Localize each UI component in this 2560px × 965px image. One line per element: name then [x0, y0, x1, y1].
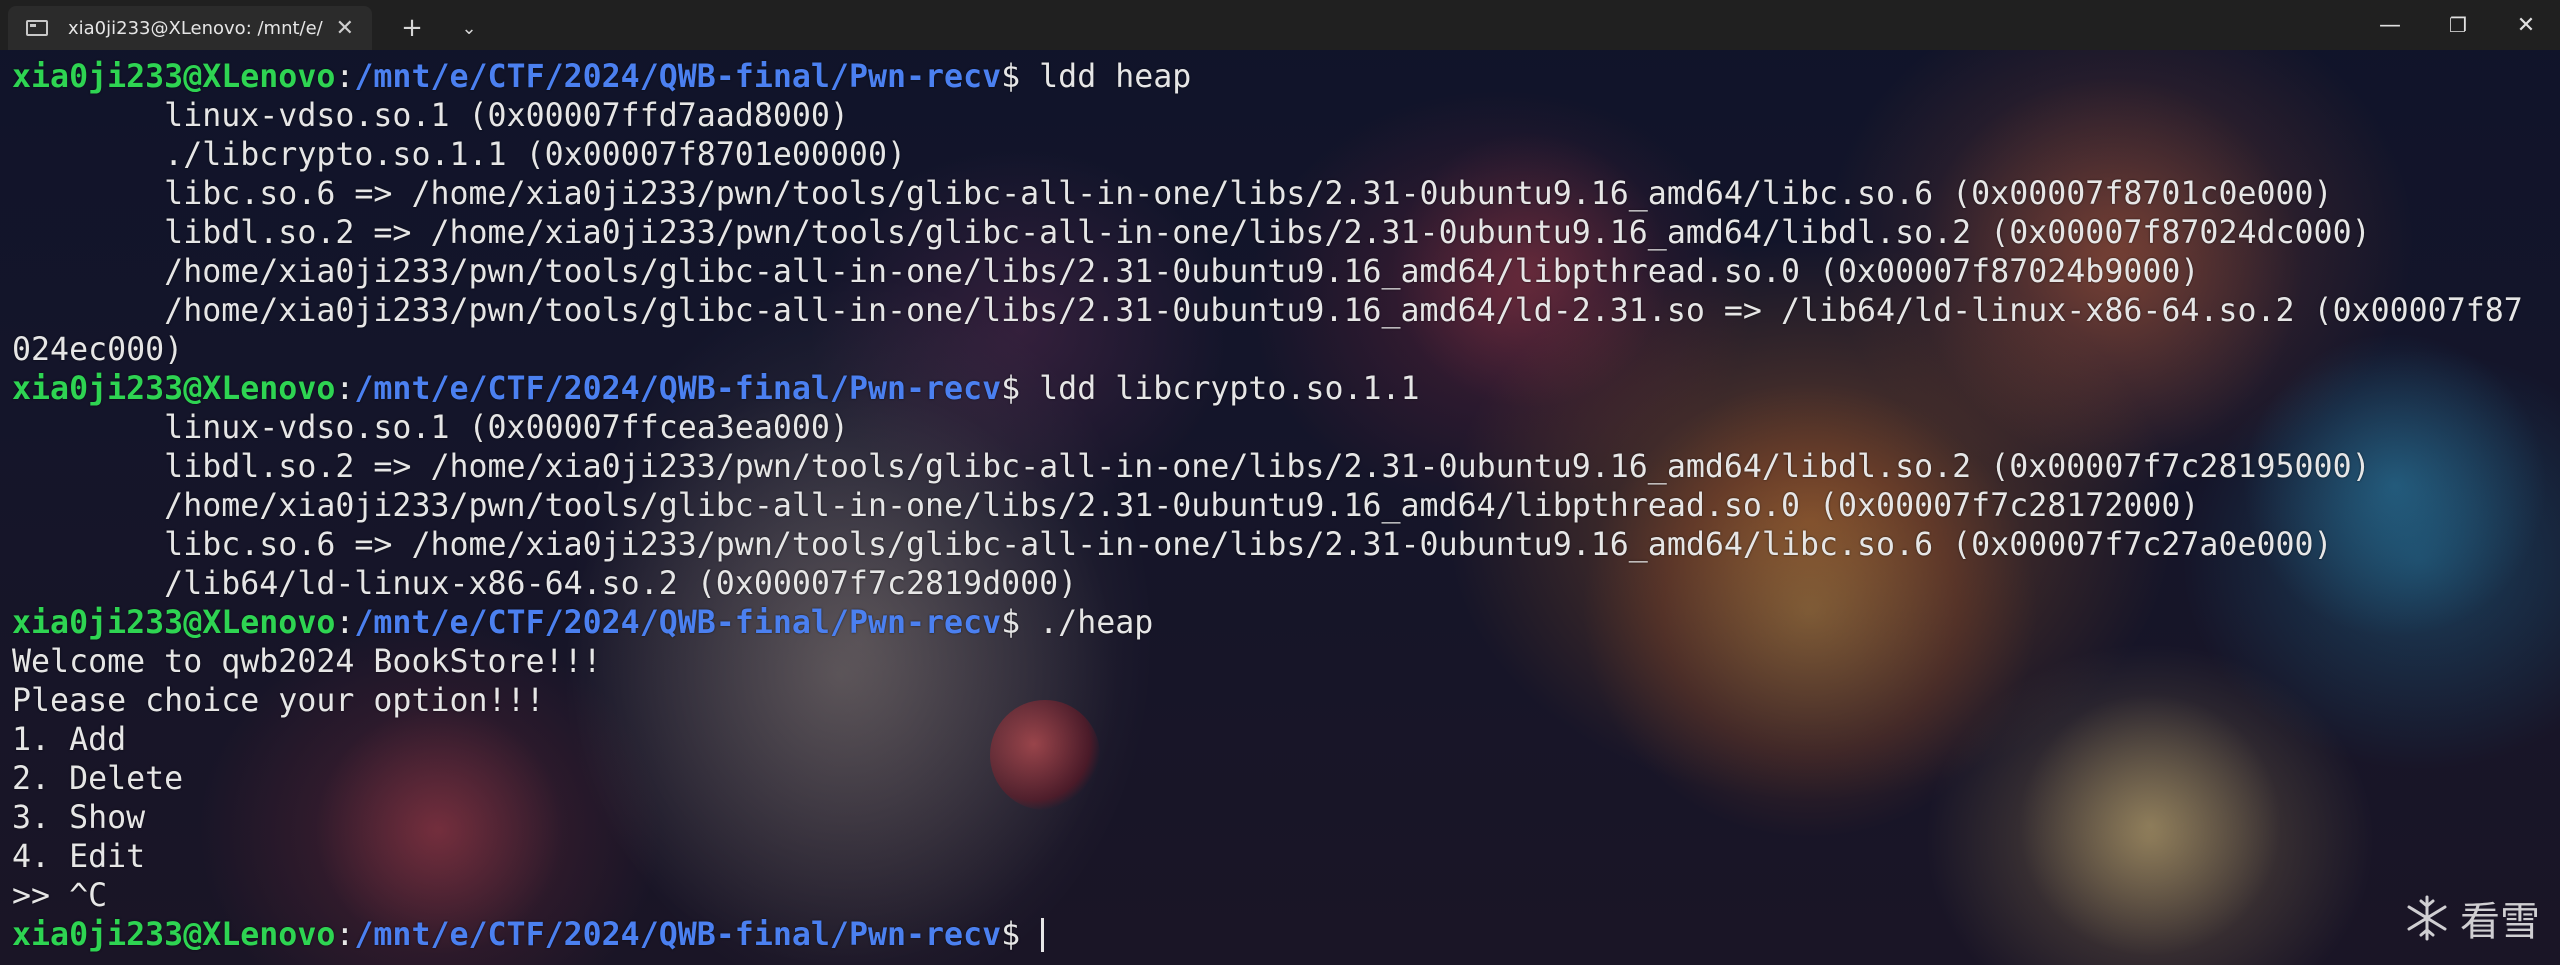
title-bar: xia0ji233@XLenovo: /mnt/e/C ✕ + ⌄ — ❐ ✕	[0, 0, 2560, 50]
output-line: /home/xia0ji233/pwn/tools/glibc-all-in-o…	[12, 488, 2200, 524]
output-line: /home/xia0ji233/pwn/tools/glibc-all-in-o…	[12, 293, 2523, 329]
output-line: 4. Edit	[12, 839, 146, 875]
prompt-command: $	[1001, 917, 1040, 953]
output-line: linux-vdso.so.1 (0x00007ffd7aad8000)	[12, 98, 849, 134]
output-line: libdl.so.2 => /home/xia0ji233/pwn/tools/…	[12, 449, 2371, 485]
snowflake-icon	[2407, 895, 2447, 941]
watermark-text: 看雪	[2460, 899, 2540, 945]
terminal-output[interactable]: xia0ji233@XLenovo:/mnt/e/CTF/2024/QWB-fi…	[12, 58, 2550, 955]
minimize-button[interactable]: —	[2356, 0, 2424, 50]
close-window-button[interactable]: ✕	[2492, 0, 2560, 50]
output-line: Welcome to qwb2024 BookStore!!!	[12, 644, 602, 680]
prompt-user: xia0ji233@XLenovo	[12, 371, 336, 407]
prompt-user: xia0ji233@XLenovo	[12, 917, 336, 953]
prompt-separator: :	[335, 371, 355, 407]
output-line: 1. Add	[12, 722, 127, 758]
prompt-command: $ ldd libcrypto.so.1.1	[1001, 371, 1420, 407]
prompt-separator: :	[335, 605, 355, 641]
chevron-down-icon[interactable]: ⌄	[444, 6, 494, 50]
text-cursor	[1041, 918, 1045, 952]
prompt-command: $ ldd heap	[1001, 59, 1192, 95]
output-line: /home/xia0ji233/pwn/tools/glibc-all-in-o…	[12, 254, 2200, 290]
output-line: 2. Delete	[12, 761, 184, 797]
output-line: libc.so.6 => /home/xia0ji233/pwn/tools/g…	[12, 527, 2333, 563]
output-line: /lib64/ld-linux-x86-64.so.2 (0x00007f7c2…	[12, 566, 1078, 602]
prompt-line: xia0ji233@XLenovo:/mnt/e/CTF/2024/QWB-fi…	[12, 370, 2550, 409]
maximize-button[interactable]: ❐	[2424, 0, 2492, 50]
prompt-path: /mnt/e/CTF/2024/QWB-final/Pwn-recv	[354, 59, 1002, 95]
output-line: ./libcrypto.so.1.1 (0x00007f8701e00000)	[12, 137, 906, 173]
output-line: libdl.so.2 => /home/xia0ji233/pwn/tools/…	[12, 215, 2371, 251]
watermark: 看雪	[2402, 889, 2540, 947]
prompt-line: xia0ji233@XLenovo:/mnt/e/CTF/2024/QWB-fi…	[12, 604, 2550, 643]
prompt-user: xia0ji233@XLenovo	[12, 605, 336, 641]
prompt-path: /mnt/e/CTF/2024/QWB-final/Pwn-recv	[354, 917, 1002, 953]
output-line: linux-vdso.so.1 (0x00007ffcea3ea000)	[12, 410, 849, 446]
prompt-line: xia0ji233@XLenovo:/mnt/e/CTF/2024/QWB-fi…	[12, 916, 2550, 955]
tab-close-button[interactable]: ✕	[336, 16, 354, 41]
terminal-window: xia0ji233@XLenovo: /mnt/e/C ✕ + ⌄ — ❐ ✕ …	[0, 0, 2560, 965]
prompt-line: xia0ji233@XLenovo:/mnt/e/CTF/2024/QWB-fi…	[12, 58, 2550, 97]
output-line: 024ec000)	[12, 332, 184, 368]
tab-title: xia0ji233@XLenovo: /mnt/e/C	[68, 17, 323, 39]
output-line: 3. Show	[12, 800, 146, 836]
prompt-path: /mnt/e/CTF/2024/QWB-final/Pwn-recv	[354, 605, 1002, 641]
prompt-command: $ ./heap	[1001, 605, 1154, 641]
new-tab-button[interactable]: +	[380, 6, 444, 50]
prompt-separator: :	[335, 917, 355, 953]
prompt-separator: :	[335, 59, 355, 95]
output-line: Please choice your option!!!	[12, 683, 545, 719]
terminal-icon	[26, 20, 48, 36]
output-line: libc.so.6 => /home/xia0ji233/pwn/tools/g…	[12, 176, 2333, 212]
window-controls: — ❐ ✕	[2356, 0, 2560, 50]
output-line: >> ^C	[12, 878, 108, 914]
prompt-user: xia0ji233@XLenovo	[12, 59, 336, 95]
terminal-tab[interactable]: xia0ji233@XLenovo: /mnt/e/C ✕	[8, 6, 372, 50]
prompt-path: /mnt/e/CTF/2024/QWB-final/Pwn-recv	[354, 371, 1002, 407]
